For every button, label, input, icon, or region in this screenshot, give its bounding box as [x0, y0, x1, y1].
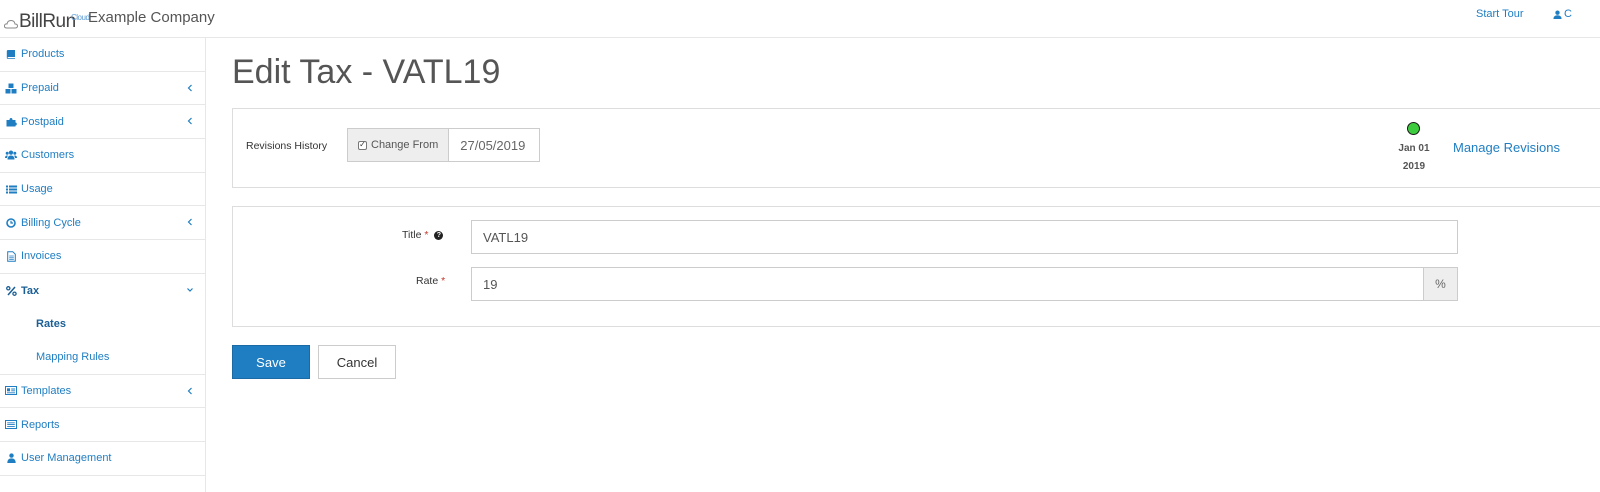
list-icon: [5, 183, 17, 195]
sidebar-item-label: Products: [21, 48, 65, 61]
change-from-label: Change From: [371, 139, 439, 151]
change-from-date-input[interactable]: 27/05/2019: [449, 128, 541, 162]
cloud-icon: [4, 19, 18, 29]
top-navbar: BillRun Cloud Example Company Start Tour…: [0, 0, 1600, 38]
change-from-group: ✓ Change From 27/05/2019: [347, 128, 541, 162]
save-button[interactable]: Save: [232, 345, 310, 379]
title-label: Title * ?: [402, 229, 444, 241]
tax-submenu: Rates Mapping Rules: [0, 308, 205, 375]
revision-date: Jan 01: [1398, 143, 1430, 154]
book-icon: [5, 48, 17, 60]
tax-form-panel: Title * ? VATL19 Rate * 19 %: [232, 206, 1600, 327]
company-name: Example Company: [88, 9, 215, 26]
page-title: Edit Tax - VATL19: [232, 53, 501, 91]
sidebar-item-label: Prepaid: [21, 82, 59, 95]
sidebar-item-billing-cycle[interactable]: Billing Cycle: [0, 206, 205, 241]
help-icon[interactable]: ?: [434, 231, 444, 240]
user-menu[interactable]: C: [1553, 8, 1572, 20]
sidebar-item-label: Billing Cycle: [21, 216, 81, 229]
file-icon: [5, 250, 17, 262]
sidebar-item-reports[interactable]: Reports: [0, 408, 205, 442]
sidebar-item-label: Tax: [21, 284, 40, 297]
percent-addon: %: [1423, 267, 1458, 301]
sidebar-item-prepaid[interactable]: Prepaid: [0, 72, 205, 106]
checkbox-checked-icon[interactable]: ✓: [358, 140, 367, 150]
sidebar-item-invoices[interactable]: Invoices: [0, 240, 205, 274]
rate-input[interactable]: 19: [471, 267, 1424, 301]
user-initial: C: [1564, 8, 1572, 20]
puzzle-icon: [5, 116, 17, 128]
report-icon: [5, 419, 17, 431]
sidebar-item-templates[interactable]: Templates: [0, 375, 205, 409]
title-input[interactable]: VATL19: [471, 220, 1458, 254]
start-tour-link[interactable]: Start Tour: [1476, 8, 1524, 20]
sidebar-item-tax[interactable]: Tax: [0, 274, 205, 308]
sidebar-item-customers[interactable]: Customers: [0, 139, 205, 173]
required-asterisk: *: [424, 229, 429, 241]
percent-icon: [5, 285, 17, 297]
manage-revisions-link[interactable]: Manage Revisions: [1453, 140, 1560, 155]
sidebar-item-label: Customers: [21, 149, 75, 162]
card-icon: [5, 385, 17, 397]
sidebar-subitem-rates[interactable]: Rates: [0, 308, 205, 341]
required-asterisk: *: [441, 275, 446, 287]
chevron-left-icon: [187, 387, 192, 394]
sidebar-item-label: Postpaid: [21, 115, 64, 128]
billrun-logo[interactable]: BillRun Cloud: [4, 5, 90, 33]
sidebar-item-products[interactable]: Products: [0, 38, 205, 72]
sidebar-item-label: Reports: [21, 418, 60, 431]
cancel-button[interactable]: Cancel: [318, 345, 396, 379]
chevron-left-icon: [187, 219, 192, 226]
sidebar-item-label: Templates: [21, 384, 72, 397]
logo-text: BillRun Cloud: [19, 11, 90, 33]
sidebar-item-usage[interactable]: Usage: [0, 173, 205, 207]
user-icon: [1553, 10, 1562, 19]
sidebar-item-postpaid[interactable]: Postpaid: [0, 105, 205, 140]
sidebar-item-label: Usage: [21, 183, 53, 196]
change-from-toggle[interactable]: ✓ Change From: [347, 128, 450, 162]
sidebar-item-user-management[interactable]: User Management: [0, 442, 205, 476]
rate-label: Rate *: [416, 275, 446, 287]
chevron-left-icon: [187, 84, 192, 92]
revision-year: 2019: [1402, 161, 1426, 172]
clock-icon: [5, 217, 17, 229]
revisions-panel: Revisions History ✓ Change From 27/05/20…: [232, 108, 1600, 188]
user-icon: [5, 452, 17, 464]
sidebar-item-label: User Management: [21, 452, 112, 465]
chevron-left-icon: [187, 117, 192, 125]
chevron-down-icon: [187, 287, 193, 292]
users-icon: [5, 149, 17, 161]
logo-superscript: Cloud: [71, 13, 90, 22]
sidebar-subitem-mapping-rules[interactable]: Mapping Rules: [0, 341, 205, 374]
revisions-history-label: Revisions History: [246, 140, 328, 152]
cubes-icon: [5, 82, 17, 94]
revision-status-dot[interactable]: [1407, 122, 1420, 135]
sidebar: Products Prepaid Postpaid Customers Usag…: [0, 38, 206, 492]
sidebar-item-label: Invoices: [21, 250, 62, 263]
